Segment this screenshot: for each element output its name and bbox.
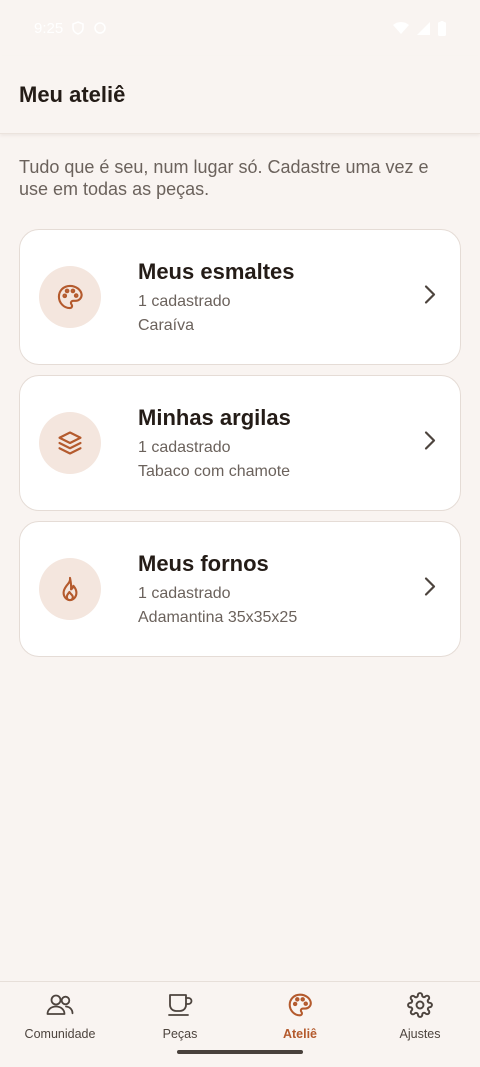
card-text: Meus esmaltes 1 cadastrado Caraíva <box>138 259 295 336</box>
card-subtitle: Adamantina 35x35x25 <box>138 608 298 626</box>
flame-icon <box>39 558 101 620</box>
notification-icon <box>93 21 107 35</box>
nav-item-pecas[interactable]: Peças <box>120 982 240 1067</box>
signal-icon <box>417 21 430 35</box>
nav-label: Comunidade <box>24 1027 96 1041</box>
card-subtitle: Tabaco com chamote <box>138 462 291 480</box>
nav-item-atelie[interactable]: Ateliê <box>240 982 360 1067</box>
card-fornos[interactable]: Meus fornos 1 cadastrado Adamantina 35x3… <box>19 521 461 657</box>
app-header: Meu ateliê <box>0 56 480 134</box>
status-right <box>393 20 446 36</box>
status-time: 9:25 <box>34 19 64 37</box>
home-indicator[interactable] <box>177 1050 303 1054</box>
card-title: Minhas argilas <box>138 404 291 430</box>
nav-label: Ajustes <box>399 1027 441 1041</box>
battery-icon <box>438 20 446 36</box>
palette-icon <box>287 992 313 1023</box>
nav-item-ajustes[interactable]: Ajustes <box>360 982 480 1067</box>
cup-icon <box>166 992 194 1023</box>
shield-icon <box>71 21 85 35</box>
card-subtitle: Caraíva <box>138 316 195 334</box>
gear-icon <box>407 992 433 1023</box>
card-count: 1 cadastrado <box>138 584 231 602</box>
nav-item-comunidade[interactable]: Comunidade <box>0 982 120 1067</box>
card-title: Meus fornos <box>138 550 269 576</box>
wifi-icon <box>393 21 409 35</box>
nav-label: Peças <box>162 1027 198 1041</box>
card-text: Minhas argilas 1 cadastrado Tabaco com c… <box>138 405 291 482</box>
card-list: Meus esmaltes 1 cadastrado Caraíva Minha… <box>19 229 461 667</box>
status-bar: 9:25 <box>0 0 480 56</box>
card-count: 1 cadastrado <box>138 292 231 310</box>
palette-icon <box>39 266 101 328</box>
layers-icon <box>39 412 101 474</box>
chevron-right-icon <box>424 285 436 310</box>
card-esmaltes[interactable]: Meus esmaltes 1 cadastrado Caraíva <box>19 229 461 365</box>
chevron-right-icon <box>424 431 436 456</box>
bottom-nav: Comunidade Peças Ateliê Ajustes <box>0 981 480 1067</box>
users-icon <box>45 992 75 1023</box>
intro-text: Tudo que é seu, num lugar só. Cadastre u… <box>19 157 429 199</box>
card-count: 1 cadastrado <box>138 438 231 456</box>
card-argilas[interactable]: Minhas argilas 1 cadastrado Tabaco com c… <box>19 375 461 511</box>
chevron-right-icon <box>424 577 436 602</box>
page-title: Meu ateliê <box>19 81 126 107</box>
status-left: 9:25 <box>34 20 107 37</box>
card-text: Meus fornos 1 cadastrado Adamantina 35x3… <box>138 551 297 628</box>
nav-label: Ateliê <box>282 1027 318 1041</box>
card-title: Meus esmaltes <box>138 258 295 284</box>
